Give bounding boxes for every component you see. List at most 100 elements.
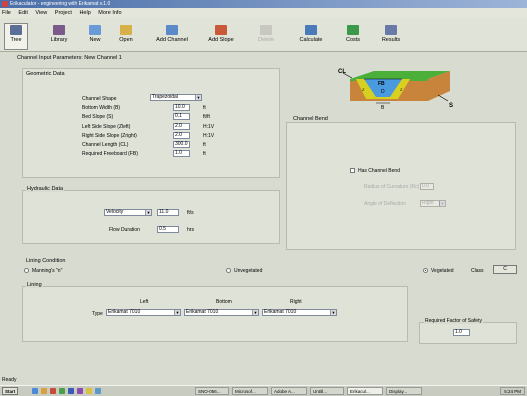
tree-button[interactable]: Tree <box>4 23 28 50</box>
delete-button[interactable]: Delete <box>253 23 279 50</box>
lining-bottom-select[interactable]: Erikamat 7010 ▼ <box>184 309 259 316</box>
required-freeboard-unit: ft <box>203 151 206 157</box>
diagram-label-d: D <box>381 89 385 95</box>
vegetated-label: Vegetated <box>431 268 454 274</box>
angle-label: Angle of Deflection <box>364 201 406 207</box>
bottom-width-unit: ft <box>203 105 206 111</box>
vegetated-radio[interactable] <box>423 268 428 273</box>
flow-duration-input[interactable]: 0.5 <box>157 226 179 233</box>
system-tray: 5:24 PM <box>500 387 525 395</box>
lining-header-left: Left <box>140 299 149 305</box>
bottom-lining <box>376 97 390 99</box>
factor-of-safety-input[interactable]: 1.0 <box>453 329 470 336</box>
bed-slope-input[interactable]: 0.1 <box>173 113 190 120</box>
chevron-down-icon: ▼ <box>439 201 445 206</box>
right-bank-grass <box>410 79 428 81</box>
left-bank-grass <box>350 79 356 81</box>
right-side-slope-label: Right Side Slope (Zright) <box>82 133 137 139</box>
add-channel-button[interactable]: Add Channel <box>152 23 192 50</box>
chevron-down-icon: ▼ <box>195 95 201 100</box>
channel-shape-label: Channel Shape <box>82 96 117 102</box>
has-channel-bend-checkbox[interactable] <box>350 168 355 173</box>
diagram-label-fb: FB <box>378 81 385 87</box>
mannings-n-radio[interactable] <box>24 268 29 273</box>
window-title: Erikaculator - engineering with Erikamat… <box>10 1 111 7</box>
calculate-icon <box>305 25 317 35</box>
mannings-n-label: Manning's "n" <box>32 268 63 274</box>
menu-edit[interactable]: Edit <box>18 10 27 16</box>
taskbar-item-sno[interactable]: SNO-056... <box>195 387 229 395</box>
taskbar-item-untitled[interactable]: Untitl... <box>310 387 344 395</box>
menu-view[interactable]: View <box>35 10 47 16</box>
quicklaunch-folder-icon[interactable] <box>41 388 47 394</box>
toolbar: Tree Library New Open Add Channel Add Sl… <box>0 18 527 52</box>
start-button[interactable]: Start <box>2 387 19 395</box>
taskbar-item-microsoft[interactable]: Microsof... <box>232 387 268 395</box>
quicklaunch-ie-icon[interactable] <box>32 388 38 394</box>
menu-project[interactable]: Project <box>55 10 72 16</box>
radius-label: Radius of Curvature (Rc) <box>364 184 420 190</box>
geometric-data-panel <box>22 68 280 178</box>
add-slope-button[interactable]: Add Slope <box>203 23 239 50</box>
clock: 5:24 PM <box>504 389 521 394</box>
menu-more-info[interactable]: More Info <box>98 10 121 16</box>
diagram-label-cl: CL <box>338 69 346 75</box>
left-side-slope-label: Left Side Slope (Zleft) <box>82 124 131 130</box>
calculate-button[interactable]: Calculate <box>294 23 328 50</box>
bed-slope-unit: ft/ft <box>203 114 210 120</box>
right-side-slope-input[interactable]: 2.0 <box>173 132 190 139</box>
quicklaunch-word-icon[interactable] <box>68 388 74 394</box>
channel-diagram: CL FB D B Z Z S <box>338 69 453 111</box>
velocity-unit: ft/s <box>187 210 194 216</box>
unvegetated-label: Unvegetated <box>234 268 263 274</box>
quicklaunch-media-icon[interactable] <box>77 388 83 394</box>
quicklaunch-misc-icon[interactable] <box>86 388 92 394</box>
menu-help[interactable]: Help <box>79 10 90 16</box>
s-arrow <box>437 94 449 102</box>
channel-length-input[interactable]: 300.0 <box>173 141 190 148</box>
quicklaunch-excel-icon[interactable] <box>59 388 65 394</box>
hydraulic-data-panel <box>22 190 280 244</box>
results-icon <box>385 25 397 35</box>
bottom-width-label: Bottom Width (B) <box>82 105 121 111</box>
radius-input[interactable]: 0.0 <box>420 183 434 190</box>
open-button[interactable]: Open <box>114 23 138 50</box>
taskbar-item-adobe[interactable]: Adobe A... <box>271 387 307 395</box>
class-button[interactable]: C <box>493 265 517 274</box>
add-slope-icon <box>215 25 227 35</box>
taskbar: Start SNO-056... Microsof... Adobe A... … <box>0 385 527 396</box>
unvegetated-radio[interactable] <box>226 268 231 273</box>
channel-shape-select[interactable]: Trapezoidal ▼ <box>150 94 202 101</box>
required-freeboard-label: Required Freeboard (FB) <box>82 151 138 157</box>
chevron-down-icon: ▼ <box>330 310 336 315</box>
lining-right-select[interactable]: Erikamat 7010 ▼ <box>262 309 337 316</box>
quicklaunch-desktop-icon[interactable] <box>95 388 101 394</box>
costs-button[interactable]: Costs <box>341 23 365 50</box>
costs-icon <box>347 25 359 35</box>
quicklaunch-app-icon[interactable] <box>50 388 56 394</box>
angle-select[interactable]: Right ▼ <box>420 200 446 207</box>
chevron-down-icon: ▼ <box>174 310 180 315</box>
class-label: Class <box>471 268 484 274</box>
left-side-slope-input[interactable]: 2.0 <box>173 123 190 130</box>
hydraulic-data-title: Hydraulic Data <box>26 186 65 192</box>
menu-bar: File Edit View Project Help More Info <box>0 8 527 18</box>
taskbar-item-erikaculator[interactable]: Erikacul... <box>347 387 383 395</box>
menu-file[interactable]: File <box>2 10 11 16</box>
status-bar: Ready <box>0 375 527 385</box>
bottom-width-input[interactable]: 10.0 <box>173 104 190 111</box>
results-button[interactable]: Results <box>376 23 406 50</box>
chevron-down-icon: ▼ <box>145 210 151 215</box>
has-channel-bend-label: Has Channel Bend <box>358 168 400 174</box>
velocity-input[interactable]: 11.0 <box>157 209 179 216</box>
lining-header-right: Right <box>290 299 302 305</box>
new-button[interactable]: New <box>84 23 106 50</box>
required-freeboard-input[interactable]: 1.0 <box>173 150 190 157</box>
form-header: Channel Input Parameters: New Channel 1 <box>17 55 122 61</box>
hydraulic-mode-select[interactable]: Velocity ▼ <box>104 209 152 216</box>
lining-left-select[interactable]: Erikamat 7010 ▼ <box>106 309 181 316</box>
title-bar: Erikaculator - engineering with Erikamat… <box>0 0 527 8</box>
library-button[interactable]: Library <box>44 23 74 50</box>
taskbar-item-display[interactable]: Display... <box>386 387 422 395</box>
channel-length-label: Channel Length (CL) <box>82 142 129 148</box>
